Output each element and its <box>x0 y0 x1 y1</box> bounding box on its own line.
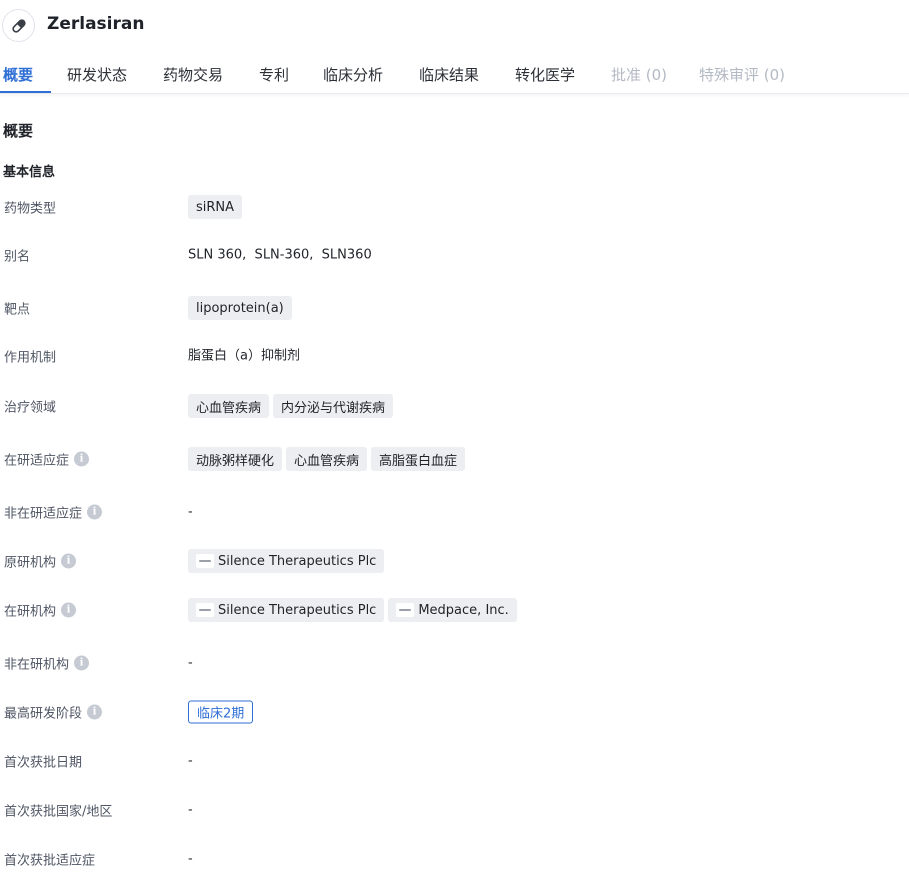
therapeutic-area-tag[interactable]: 心血管疾病 <box>188 394 270 418</box>
row-active-orgs: 在研机构 i Silence Therapeutics Plc Medpace,… <box>0 596 909 624</box>
row-label-text: 非在研机构 <box>4 657 70 673</box>
org-name: Silence Therapeutics Plc <box>218 553 377 569</box>
basic-info-title: 基本信息 <box>3 165 56 180</box>
drug-type-tag[interactable]: siRNA <box>188 195 243 219</box>
row-value: - <box>188 505 193 520</box>
org-name: Medpace, Inc. <box>418 602 509 618</box>
row-value: 临床2期 <box>188 700 254 724</box>
tab-drug-deals[interactable]: 药物交易 <box>163 64 223 85</box>
row-highest-phase: 最高研发阶段 i 临床2期 <box>0 698 909 726</box>
row-aliases: 别名 SLN 360, SLN-360, SLN360 <box>0 241 909 269</box>
row-label-text: 原研机构 <box>4 555 57 571</box>
row-value: - <box>188 656 193 671</box>
row-label-text: 在研机构 <box>4 604 57 620</box>
active-tab-indicator <box>0 91 51 93</box>
info-icon[interactable]: i <box>61 553 77 569</box>
row-label: 在研适应症 i <box>4 450 90 469</box>
info-icon[interactable]: i <box>74 655 90 671</box>
org-logo-icon <box>196 603 214 617</box>
row-label-text: 非在研适应症 <box>4 506 83 522</box>
pill-icon <box>2 9 35 42</box>
row-label: 作用机制 <box>4 350 57 366</box>
info-icon[interactable]: i <box>87 704 103 720</box>
row-value: 心血管疾病 内分泌与代谢疾病 <box>188 394 394 418</box>
row-label: 靶点 <box>4 302 31 318</box>
phase-badge: 临床2期 <box>188 700 254 724</box>
aliases-text: SLN 360, SLN-360, SLN360 <box>188 247 372 263</box>
row-active-indications: 在研适应症 i 动脉粥样硬化 心血管疾病 高脂蛋白血症 <box>0 445 909 473</box>
org-name: Silence Therapeutics Plc <box>218 602 377 618</box>
info-icon[interactable]: i <box>87 504 103 520</box>
tab-overview[interactable]: 概要 <box>3 64 33 85</box>
tab-rd-status[interactable]: 研发状态 <box>67 64 127 85</box>
row-value: - <box>188 754 193 769</box>
row-inactive-indications: 非在研适应症 i - <box>0 498 909 526</box>
row-label: 非在研机构 i <box>4 654 90 673</box>
tab-clinical-analysis[interactable]: 临床分析 <box>323 64 383 85</box>
therapeutic-area-tag[interactable]: 内分泌与代谢疾病 <box>273 394 394 418</box>
drug-header: Zerlasiran <box>0 0 909 52</box>
row-label: 首次获批日期 <box>4 755 83 771</box>
org-tag[interactable]: Medpace, Inc. <box>388 598 517 622</box>
info-icon[interactable]: i <box>74 451 90 467</box>
row-label: 原研机构 i <box>4 552 77 571</box>
row-target: 靶点 lipoprotein(a) <box>0 294 909 322</box>
section-title: 概要 <box>3 122 34 140</box>
row-value: SLN 360, SLN-360, SLN360 <box>188 248 372 263</box>
empty-value: - <box>188 655 193 671</box>
row-inactive-orgs: 非在研机构 i - <box>0 649 909 677</box>
row-mechanism: 作用机制 脂蛋白（a）抑制剂 <box>0 340 909 368</box>
tab-translational-medicine[interactable]: 转化医学 <box>515 64 575 85</box>
org-logo-icon <box>396 603 415 617</box>
tab-special-review[interactable]: 特殊审评 (0) <box>699 64 785 85</box>
org-tag[interactable]: Silence Therapeutics Plc <box>188 598 385 622</box>
row-label: 首次获批国家/地区 <box>4 804 113 820</box>
row-first-approval-indication: 首次获批适应症 - <box>0 845 909 873</box>
row-value: siRNA <box>188 195 243 219</box>
row-label: 首次获批适应症 <box>4 853 96 869</box>
empty-value: - <box>188 753 193 769</box>
empty-value: - <box>188 851 193 867</box>
row-value: 动脉粥样硬化 心血管疾病 高脂蛋白血症 <box>188 447 466 471</box>
indication-tag[interactable]: 动脉粥样硬化 <box>188 447 283 471</box>
row-first-approval-date: 首次获批日期 - <box>0 747 909 775</box>
info-icon[interactable]: i <box>61 602 77 618</box>
drug-title: Zerlasiran <box>47 14 145 34</box>
row-value: lipoprotein(a) <box>188 296 292 320</box>
row-first-approval-country: 首次获批国家/地区 - <box>0 796 909 824</box>
row-value: Silence Therapeutics Plc <box>188 549 385 573</box>
mechanism-text[interactable]: 脂蛋白（a）抑制剂 <box>188 345 300 364</box>
tab-patents[interactable]: 专利 <box>259 64 289 85</box>
row-value: - <box>188 852 193 867</box>
empty-value: - <box>188 504 193 520</box>
org-tag[interactable]: Silence Therapeutics Plc <box>188 549 385 573</box>
row-label: 药物类型 <box>4 201 57 217</box>
row-label-text: 最高研发阶段 <box>4 706 83 722</box>
tab-approvals[interactable]: 批准 (0) <box>611 64 667 85</box>
row-label: 非在研适应症 i <box>4 503 103 522</box>
row-label-text: 在研适应症 <box>4 453 70 469</box>
row-label: 别名 <box>4 249 31 265</box>
row-label: 最高研发阶段 i <box>4 703 103 722</box>
row-label: 在研机构 i <box>4 601 77 620</box>
row-value: - <box>188 803 193 818</box>
org-logo-icon <box>196 554 214 568</box>
tab-bar: 概要 研发状态 药物交易 专利 临床分析 临床结果 转化医学 批准 (0) 特殊… <box>0 52 909 94</box>
indication-tag[interactable]: 高脂蛋白血症 <box>371 447 466 471</box>
target-tag[interactable]: lipoprotein(a) <box>188 296 292 320</box>
row-therapeutic-area: 治疗领域 心血管疾病 内分泌与代谢疾病 <box>0 392 909 420</box>
empty-value: - <box>188 802 193 818</box>
indication-tag[interactable]: 心血管疾病 <box>286 447 368 471</box>
row-value: 脂蛋白（a）抑制剂 <box>188 345 300 364</box>
tab-clinical-results[interactable]: 临床结果 <box>419 64 479 85</box>
row-value: Silence Therapeutics Plc Medpace, Inc. <box>188 598 517 622</box>
row-originator: 原研机构 i Silence Therapeutics Plc <box>0 547 909 575</box>
row-drug-type: 药物类型 siRNA <box>0 193 909 221</box>
row-label: 治疗领域 <box>4 400 57 416</box>
